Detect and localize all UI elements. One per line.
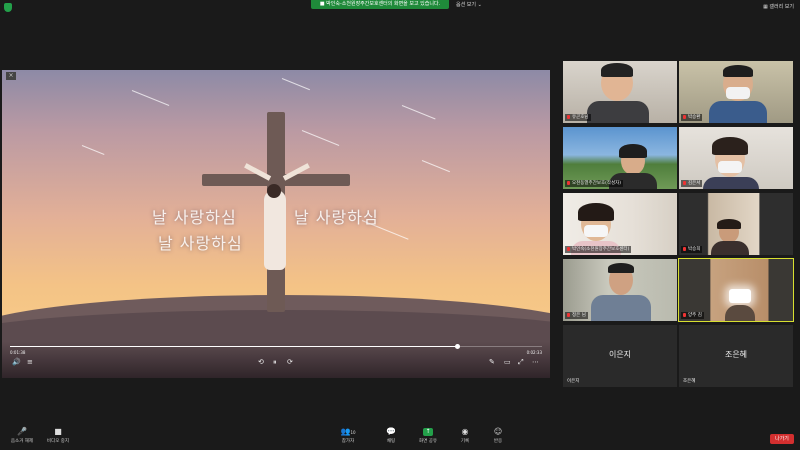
progress-fill: [10, 346, 457, 347]
participant-hair: [608, 263, 634, 273]
participant-tile[interactable]: 조은혜 조은혜: [679, 325, 793, 387]
pause-icon[interactable]: ⏸: [273, 358, 277, 367]
participant-name: 박승희: [681, 246, 703, 253]
participant-name: 김은서: [681, 180, 703, 187]
participant-name: 조은혜: [683, 379, 696, 384]
gallery-view-button[interactable]: ▦ 갤러리 보기: [763, 3, 794, 10]
participant-tile[interactable]: 박승환: [679, 61, 793, 123]
participants-button[interactable]: 👥10 참가자: [328, 427, 368, 445]
lyric-line: 날 사랑하심: [152, 208, 237, 227]
close-share-icon[interactable]: ×: [6, 72, 16, 80]
unmute-button[interactable]: 🎤 음소거 해제: [2, 427, 42, 445]
mic-muted-icon: [567, 312, 570, 317]
meeting-toolbar: 🎤 음소거 해제 ■ 비디오 중지 👥10 참가자 💬 채팅 ↑ 화면 공유 ◉…: [0, 426, 800, 450]
chat-bubble-icon: 💬: [386, 427, 396, 436]
subtitles-icon[interactable]: ≡: [27, 358, 33, 366]
figure-head: [267, 184, 281, 198]
participant-light: [729, 289, 751, 303]
participant-name: 정은 님: [565, 312, 588, 319]
participant-name: 유곤호님: [565, 114, 591, 121]
mic-muted-icon: [683, 114, 686, 119]
participant-shirt: [703, 177, 759, 189]
pip-icon[interactable]: ▭: [504, 358, 511, 366]
share-screen-icon: ↑: [423, 428, 433, 436]
figure-body: [264, 190, 286, 270]
security-shield-icon[interactable]: [4, 3, 12, 12]
participant-shirt: [725, 305, 755, 321]
participant-tile-active-speaker[interactable]: 양주 김: [678, 258, 794, 322]
smiley-icon: ☺: [493, 427, 503, 436]
participant-tile[interactable]: 이은지 이은지: [563, 325, 677, 387]
mic-muted-icon: [567, 180, 570, 185]
edit-icon[interactable]: ✎: [489, 358, 495, 366]
participant-hair: [717, 219, 741, 229]
rewind-icon[interactable]: ⟲: [258, 358, 264, 366]
mic-muted-icon: [683, 246, 686, 251]
progress-knob[interactable]: [454, 344, 460, 349]
mic-muted-icon: [683, 180, 686, 185]
participant-hair: [578, 203, 614, 221]
participant-name: 이은지: [567, 379, 580, 384]
more-icon[interactable]: ⋯: [532, 358, 539, 366]
mic-muted-icon: [567, 246, 570, 251]
mic-muted-icon: [567, 114, 570, 119]
mic-muted-icon: 🎤: [17, 427, 27, 436]
participant-hair: [723, 65, 753, 77]
participant-mask: [584, 225, 608, 237]
participant-tile[interactable]: 박승희: [679, 193, 793, 255]
participant-hair: [601, 63, 633, 77]
participant-shirt: [709, 101, 767, 123]
participant-shirt: [587, 101, 649, 123]
mic-muted-icon: [683, 312, 686, 317]
forward-icon[interactable]: ⟳: [287, 358, 293, 366]
participant-big-name: 이은지: [608, 350, 632, 359]
shared-screen: 날 사랑하심 날 사랑하심 날 사랑하심 × 0:01:38 0:02:33 🔊…: [2, 70, 550, 378]
top-bar: ■ 박인숙-소천원장주간보호센터의 화면을 보고 있습니다. 옵션 보기 ⌄ ▦…: [0, 0, 800, 14]
record-icon: ◉: [461, 427, 469, 436]
participant-name: 박인숙(소천원장주간보호센터): [565, 246, 632, 253]
participant-shirt: [711, 241, 749, 255]
participant-tile[interactable]: 박인숙(소천원장주간보호센터): [563, 193, 677, 255]
lyric-line: 날 사랑하심: [158, 234, 243, 253]
participant-big-name: 조은혜: [724, 350, 748, 359]
participant-tile[interactable]: 유곤호님: [563, 61, 677, 123]
view-options-button[interactable]: 옵션 보기 ⌄: [456, 1, 482, 8]
progress-bar[interactable]: [10, 344, 542, 349]
reactions-button[interactable]: ☺ 반응: [478, 427, 518, 445]
participant-mask: [718, 161, 742, 173]
participant-hair: [619, 144, 647, 158]
participant-name: 양주 김: [681, 312, 704, 319]
video-camera-icon: ■: [54, 427, 62, 436]
participant-tile[interactable]: 정은 님: [563, 259, 677, 321]
time-total: 0:02:33: [526, 350, 542, 355]
participant-tile[interactable]: 오천동열주간보호(작성자): [563, 127, 677, 189]
participant-tile[interactable]: 김은서: [679, 127, 793, 189]
participants-icon: 👥10: [340, 427, 356, 436]
participant-hair: [712, 137, 748, 155]
volume-icon[interactable]: 🔊: [12, 358, 21, 366]
stop-video-button[interactable]: ■ 비디오 중지: [38, 427, 78, 445]
participant-mask: [726, 87, 750, 99]
share-screen-button[interactable]: ↑ 화면 공유: [408, 428, 448, 444]
lyric-line: 날 사랑하심: [294, 208, 379, 227]
participant-shirt: [591, 295, 651, 321]
sharing-banner: ■ 박인숙-소천원장주간보호센터의 화면을 보고 있습니다.: [311, 0, 449, 9]
leave-button[interactable]: 나가기: [770, 434, 794, 444]
chat-button[interactable]: 💬 채팅: [371, 427, 411, 445]
fullscreen-icon[interactable]: ⤢: [518, 358, 524, 367]
participant-name: 오천동열주간보호(작성자): [565, 180, 624, 187]
time-elapsed: 0:01:38: [10, 350, 26, 355]
participant-name: 박승환: [681, 114, 703, 121]
